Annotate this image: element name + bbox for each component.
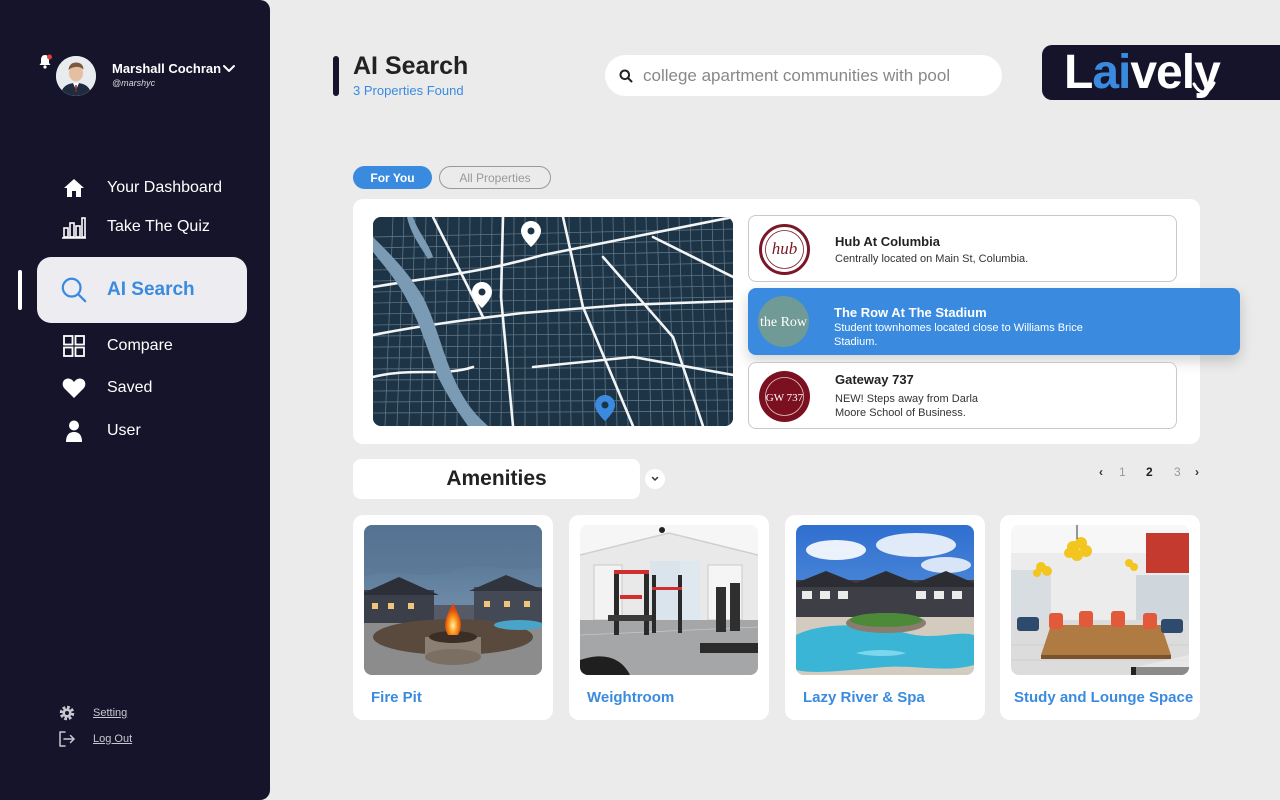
- property-description: Centrally located on Main St, Columbia.: [835, 253, 1029, 265]
- logo-swoosh: [1192, 81, 1216, 94]
- amenity-card[interactable]: Lazy River & Spa: [785, 515, 985, 720]
- pager-page-current[interactable]: 2: [1146, 465, 1153, 479]
- nav-item-label: User: [107, 422, 141, 439]
- active-indicator: [18, 270, 22, 310]
- property-logo-text: the Row: [760, 315, 808, 330]
- property-logo-text: hub: [772, 239, 798, 258]
- logout-icon: [58, 730, 76, 748]
- bar-chart-icon: [60, 213, 88, 241]
- logout-label: Log Out: [93, 733, 133, 745]
- amenity-label: Fire Pit: [371, 689, 422, 706]
- property-card-selected[interactable]: the Row The Row At The Stadium Student t…: [748, 288, 1240, 355]
- nav-item-label: Compare: [107, 337, 173, 354]
- search-input[interactable]: [643, 65, 983, 86]
- grid-icon: [60, 332, 88, 360]
- pager-prev-icon[interactable]: ‹: [1099, 465, 1103, 479]
- title-accent-bar: [333, 56, 339, 96]
- home-icon: [60, 174, 88, 202]
- user-icon: [60, 417, 88, 445]
- nav-item-label: Saved: [107, 379, 153, 396]
- nav-item-label: AI Search: [107, 279, 195, 300]
- amenity-image-fire-pit: [364, 525, 542, 675]
- nav-item-ai-search[interactable]: AI Search: [60, 276, 195, 304]
- logo-text-start: L: [1064, 46, 1093, 99]
- tab-all-properties[interactable]: All Properties: [439, 166, 551, 189]
- amenity-image-study-lounge: [1011, 525, 1189, 675]
- pager-page[interactable]: 1: [1119, 465, 1126, 479]
- property-map[interactable]: [373, 217, 733, 426]
- property-logo: hub: [759, 224, 810, 275]
- search-bar[interactable]: [605, 55, 1002, 96]
- amenities-heading: Amenities: [353, 459, 640, 499]
- nav-item-saved[interactable]: Saved: [60, 374, 152, 402]
- nav-item-quiz[interactable]: Take The Quiz: [60, 213, 210, 241]
- logout-link[interactable]: Log Out: [58, 730, 132, 748]
- logo-text-accent: ai: [1092, 46, 1131, 99]
- property-name: Hub At Columbia: [835, 234, 940, 249]
- gear-icon: [58, 704, 76, 722]
- property-name: The Row At The Stadium: [834, 305, 987, 320]
- user-name: Marshall Cochran: [112, 61, 222, 76]
- pager-next-icon[interactable]: ›: [1195, 465, 1199, 479]
- property-description: NEW! Steps away from Darla Moore School …: [835, 393, 979, 419]
- nav-item-user[interactable]: User: [60, 417, 141, 445]
- nav-item-label: Take The Quiz: [107, 218, 210, 235]
- amenity-card[interactable]: Fire Pit: [353, 515, 553, 720]
- setting-link[interactable]: Setting: [58, 704, 127, 722]
- property-description: Student townhomes located close to Willi…: [834, 322, 1083, 348]
- property-logo-text: GW 737: [766, 392, 804, 404]
- results-count: 3 Properties Found: [353, 83, 464, 98]
- avatar[interactable]: [56, 56, 96, 96]
- heart-icon: [60, 374, 88, 402]
- sidebar: Marshall Cochran @marshyc Your Dashboard…: [0, 0, 270, 800]
- page-title: AI Search: [353, 52, 469, 80]
- chevron-down-icon[interactable]: [222, 63, 236, 75]
- amenity-card[interactable]: Weightroom: [569, 515, 769, 720]
- property-logo: GW 737: [759, 371, 810, 422]
- amenity-card[interactable]: Study and Lounge Space: [1000, 515, 1200, 720]
- property-logo: the Row: [758, 296, 809, 347]
- property-card[interactable]: hub Hub At Columbia Centrally located on…: [748, 215, 1177, 282]
- property-card[interactable]: GW 737 Gateway 737 NEW! Steps away from …: [748, 362, 1177, 429]
- amenities-dropdown-button[interactable]: [645, 469, 665, 489]
- tab-for-you[interactable]: For You: [353, 166, 432, 189]
- amenity-label: Study and Lounge Space: [1014, 689, 1194, 706]
- search-icon: [60, 276, 88, 304]
- amenity-label: Weightroom: [587, 689, 675, 706]
- amenity-image-weightroom: [580, 525, 758, 675]
- setting-label: Setting: [93, 707, 128, 719]
- property-name: Gateway 737: [835, 372, 914, 387]
- nav-item-compare[interactable]: Compare: [60, 332, 173, 360]
- nav-item-label: Your Dashboard: [107, 179, 223, 196]
- amenity-image-lazy-river: [796, 525, 974, 675]
- chevron-down-icon: [651, 476, 659, 482]
- brand-logo: Laively: [1042, 45, 1280, 100]
- search-icon: [619, 69, 633, 82]
- pager-page[interactable]: 3: [1174, 465, 1181, 479]
- bell-icon[interactable]: [38, 54, 52, 70]
- nav-item-dashboard[interactable]: Your Dashboard: [60, 174, 222, 202]
- amenity-label: Lazy River & Spa: [803, 689, 925, 706]
- user-handle: @marshyc: [112, 78, 156, 88]
